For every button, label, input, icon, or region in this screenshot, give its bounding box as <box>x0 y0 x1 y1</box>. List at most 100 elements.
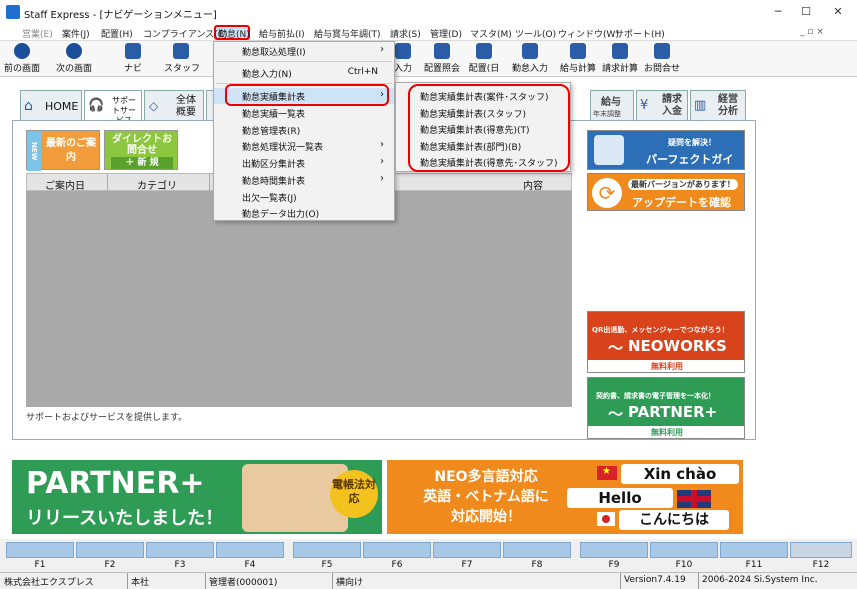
headset-icon: 🎧 <box>88 98 105 113</box>
refresh-icon: ⟳ <box>592 178 622 208</box>
menu-item-category[interactable]: 出勤区分集計表 › <box>214 155 394 171</box>
footnote: サポートおよびサービスを提供します。 <box>26 413 188 423</box>
navi-icon <box>125 43 141 59</box>
grid-body[interactable] <box>26 191 572 407</box>
billing-calc-button[interactable]: 請求計算 <box>600 43 640 75</box>
navi-button[interactable]: ナビ <box>118 43 148 75</box>
menu-item-import[interactable]: 勤怠取込処理(I) › <box>214 43 394 59</box>
fkey-2[interactable] <box>76 542 144 558</box>
status-mode: 横向け <box>336 578 364 588</box>
tab-management[interactable]: ▥ 経営分析 <box>690 90 746 122</box>
attendance-input-button[interactable]: 勤怠入力 <box>510 43 550 75</box>
neo-multilingual-banner[interactable]: NEO多言語対応 英語・ベトナム語に 対応開始！ ★ Xin chào Hell… <box>387 460 743 534</box>
news-tile[interactable]: NEW 最新のご案内 <box>26 130 100 171</box>
status-branch: 本社 <box>131 578 150 588</box>
fkey-12[interactable] <box>790 542 852 558</box>
status-version: Version7.4.19 <box>624 575 686 585</box>
fkey-11[interactable] <box>720 542 788 558</box>
status-company: 株式会社エクスプレス <box>4 578 94 588</box>
fkey-10[interactable] <box>650 542 718 558</box>
tab-support[interactable]: 🎧 サポートサービス <box>84 90 142 125</box>
fkey-9[interactable] <box>580 542 648 558</box>
menu-item-hours[interactable]: 勤怠時間集計表 › <box>214 172 394 188</box>
tab-payroll[interactable]: 給与 年末調整 <box>590 90 634 122</box>
staff-button[interactable]: スタッフ <box>164 43 200 75</box>
status-copyright: 2006-2024 Si.System Inc. <box>702 575 818 585</box>
neoworks-logo: 〜 <box>608 339 624 357</box>
person-icon <box>594 135 624 165</box>
neoworks-banner[interactable]: QR出退勤、メッセンジャーでつながろう！ 〜 NEOWORKS 無料利用 <box>587 311 745 373</box>
fkey-1[interactable] <box>6 542 74 558</box>
arrow-left-icon <box>14 43 30 59</box>
menu-placement[interactable]: 配置(H) <box>101 27 133 40</box>
payroll-calc-button[interactable]: 給与計算 <box>558 43 598 75</box>
tab-overview[interactable]: ◇ 全体概要 <box>144 90 204 122</box>
partner-side-banner[interactable]: 契約書、請求書の電子管理を一本化！ 〜 PARTNER+ 無料利用 <box>587 377 745 439</box>
input-button[interactable]: 入力 <box>392 43 414 75</box>
menu-item-list[interactable]: 勤怠実績一覧表 <box>214 105 394 121</box>
menu-project[interactable]: 案件(J) <box>62 27 90 40</box>
menu-master[interactable]: マスタ(M) <box>470 27 512 40</box>
menu-support[interactable]: サポート(H) <box>615 27 665 40</box>
japan-flag-icon <box>597 512 615 526</box>
menu-billing[interactable]: 請求(S) <box>390 27 421 40</box>
fkey-3[interactable] <box>146 542 214 558</box>
home-icon: ⌂ <box>24 98 33 114</box>
new-inquiry-button[interactable]: ＋ 新 規 <box>111 157 173 169</box>
fkey-8[interactable] <box>503 542 571 558</box>
uk-flag-icon <box>677 490 711 508</box>
menu-item-absence[interactable]: 出欠一覧表(J) <box>214 189 394 205</box>
yen-icon: ¥ <box>640 98 649 113</box>
fkey-7[interactable] <box>433 542 501 558</box>
mail-icon <box>654 43 670 59</box>
back-button[interactable]: 前の画面 <box>2 43 42 75</box>
fkey-5[interactable] <box>293 542 361 558</box>
tab-billing[interactable]: ¥ 請求入金 <box>636 90 688 122</box>
fkey-4[interactable] <box>216 542 284 558</box>
close-button[interactable]: ✕ <box>826 4 850 20</box>
attendance-menu: 勤怠取込処理(I) › 勤怠入力(N) Ctrl+N 勤怠実績集計表 › 勤怠実績一覧… <box>213 41 395 221</box>
update-banner[interactable]: ⟳ 最新バージョンがあります！ アップデートを確認 <box>587 173 745 211</box>
menu-bar: 営業(E) 案件(J) 配置(H) コンプライアンス(C) 勤怠(N) 給与前払… <box>0 24 857 41</box>
perfect-guide-banner[interactable]: 疑問を解決！ パーフェクトガイド <box>587 130 745 170</box>
inquiry-button[interactable]: お問合せ <box>642 43 682 75</box>
function-key-bar: F1 F2 F3 F4 F5 F6 F7 F8 F9 F10 F11 F12 <box>0 539 857 571</box>
tab-home[interactable]: ⌂ HOME <box>20 90 82 122</box>
window-title: Staff Express - [ナビゲーションメニュー] <box>24 10 217 21</box>
status-bar: 株式会社エクスプレス 本社 管理者(000001) 横向け Version7.4… <box>0 572 857 589</box>
menu-attendance[interactable]: 勤怠(N) <box>218 27 250 40</box>
menu-item-export[interactable]: 勤怠データ出力(O) <box>214 205 394 221</box>
chart-icon: ▥ <box>694 98 707 113</box>
vietnam-flag-icon: ★ <box>597 466 617 480</box>
menu-item-attendance-input[interactable]: 勤怠入力(N) Ctrl+N <box>214 65 394 81</box>
menu-item-management[interactable]: 勤怠管理表(R) <box>214 122 394 138</box>
placement-daily-button[interactable]: 配置(日 <box>466 43 502 75</box>
payroll-icon <box>570 43 586 59</box>
direct-inquiry-tile[interactable]: ダイレクトお問合せ ＋ 新 規 <box>104 130 178 170</box>
staff-icon <box>173 43 189 59</box>
menu-sales[interactable]: 営業(E) <box>22 27 53 40</box>
app-icon <box>6 5 20 19</box>
toolbar: 前の画面 次の画面 ナビ スタッフ 入力 配置照会 配置(日 勤怠入力 給与計算… <box>0 41 857 77</box>
arrow-right-icon <box>66 43 82 59</box>
mdi-window-controls[interactable]: _ ▫ × <box>800 27 824 37</box>
fkey-6[interactable] <box>363 542 431 558</box>
menu-payroll[interactable]: 給与賞与年調(T) <box>314 27 381 40</box>
menu-admin[interactable]: 管理(D) <box>430 27 462 40</box>
forward-button[interactable]: 次の画面 <box>54 43 94 75</box>
menu-window[interactable]: ウィンドウ(W) <box>558 27 619 40</box>
menu-compliance[interactable]: コンプライアンス(C) <box>143 27 228 40</box>
attendance-icon <box>522 43 538 59</box>
menu-tools[interactable]: ツール(O) <box>515 27 556 40</box>
menu-advance-pay[interactable]: 給与前払(I) <box>259 27 305 40</box>
maximize-button[interactable]: ☐ <box>794 4 818 20</box>
billing-icon <box>612 43 628 59</box>
title-bar: Staff Express - [ナビゲーションメニュー] ─ ☐ ✕ <box>0 0 857 24</box>
status-user: 管理者(000001) <box>209 578 278 588</box>
menu-item-status[interactable]: 勤怠処理状況一覧表 › <box>214 138 394 154</box>
highlight-submenu <box>408 84 570 172</box>
placement-daily-icon <box>476 43 492 59</box>
minimize-button[interactable]: ─ <box>766 4 790 20</box>
placement-inquiry-button[interactable]: 配置照会 <box>422 43 462 75</box>
partner-release-banner[interactable]: PARTNER+ リリースいたしました！ 電帳法対応 <box>12 460 382 534</box>
